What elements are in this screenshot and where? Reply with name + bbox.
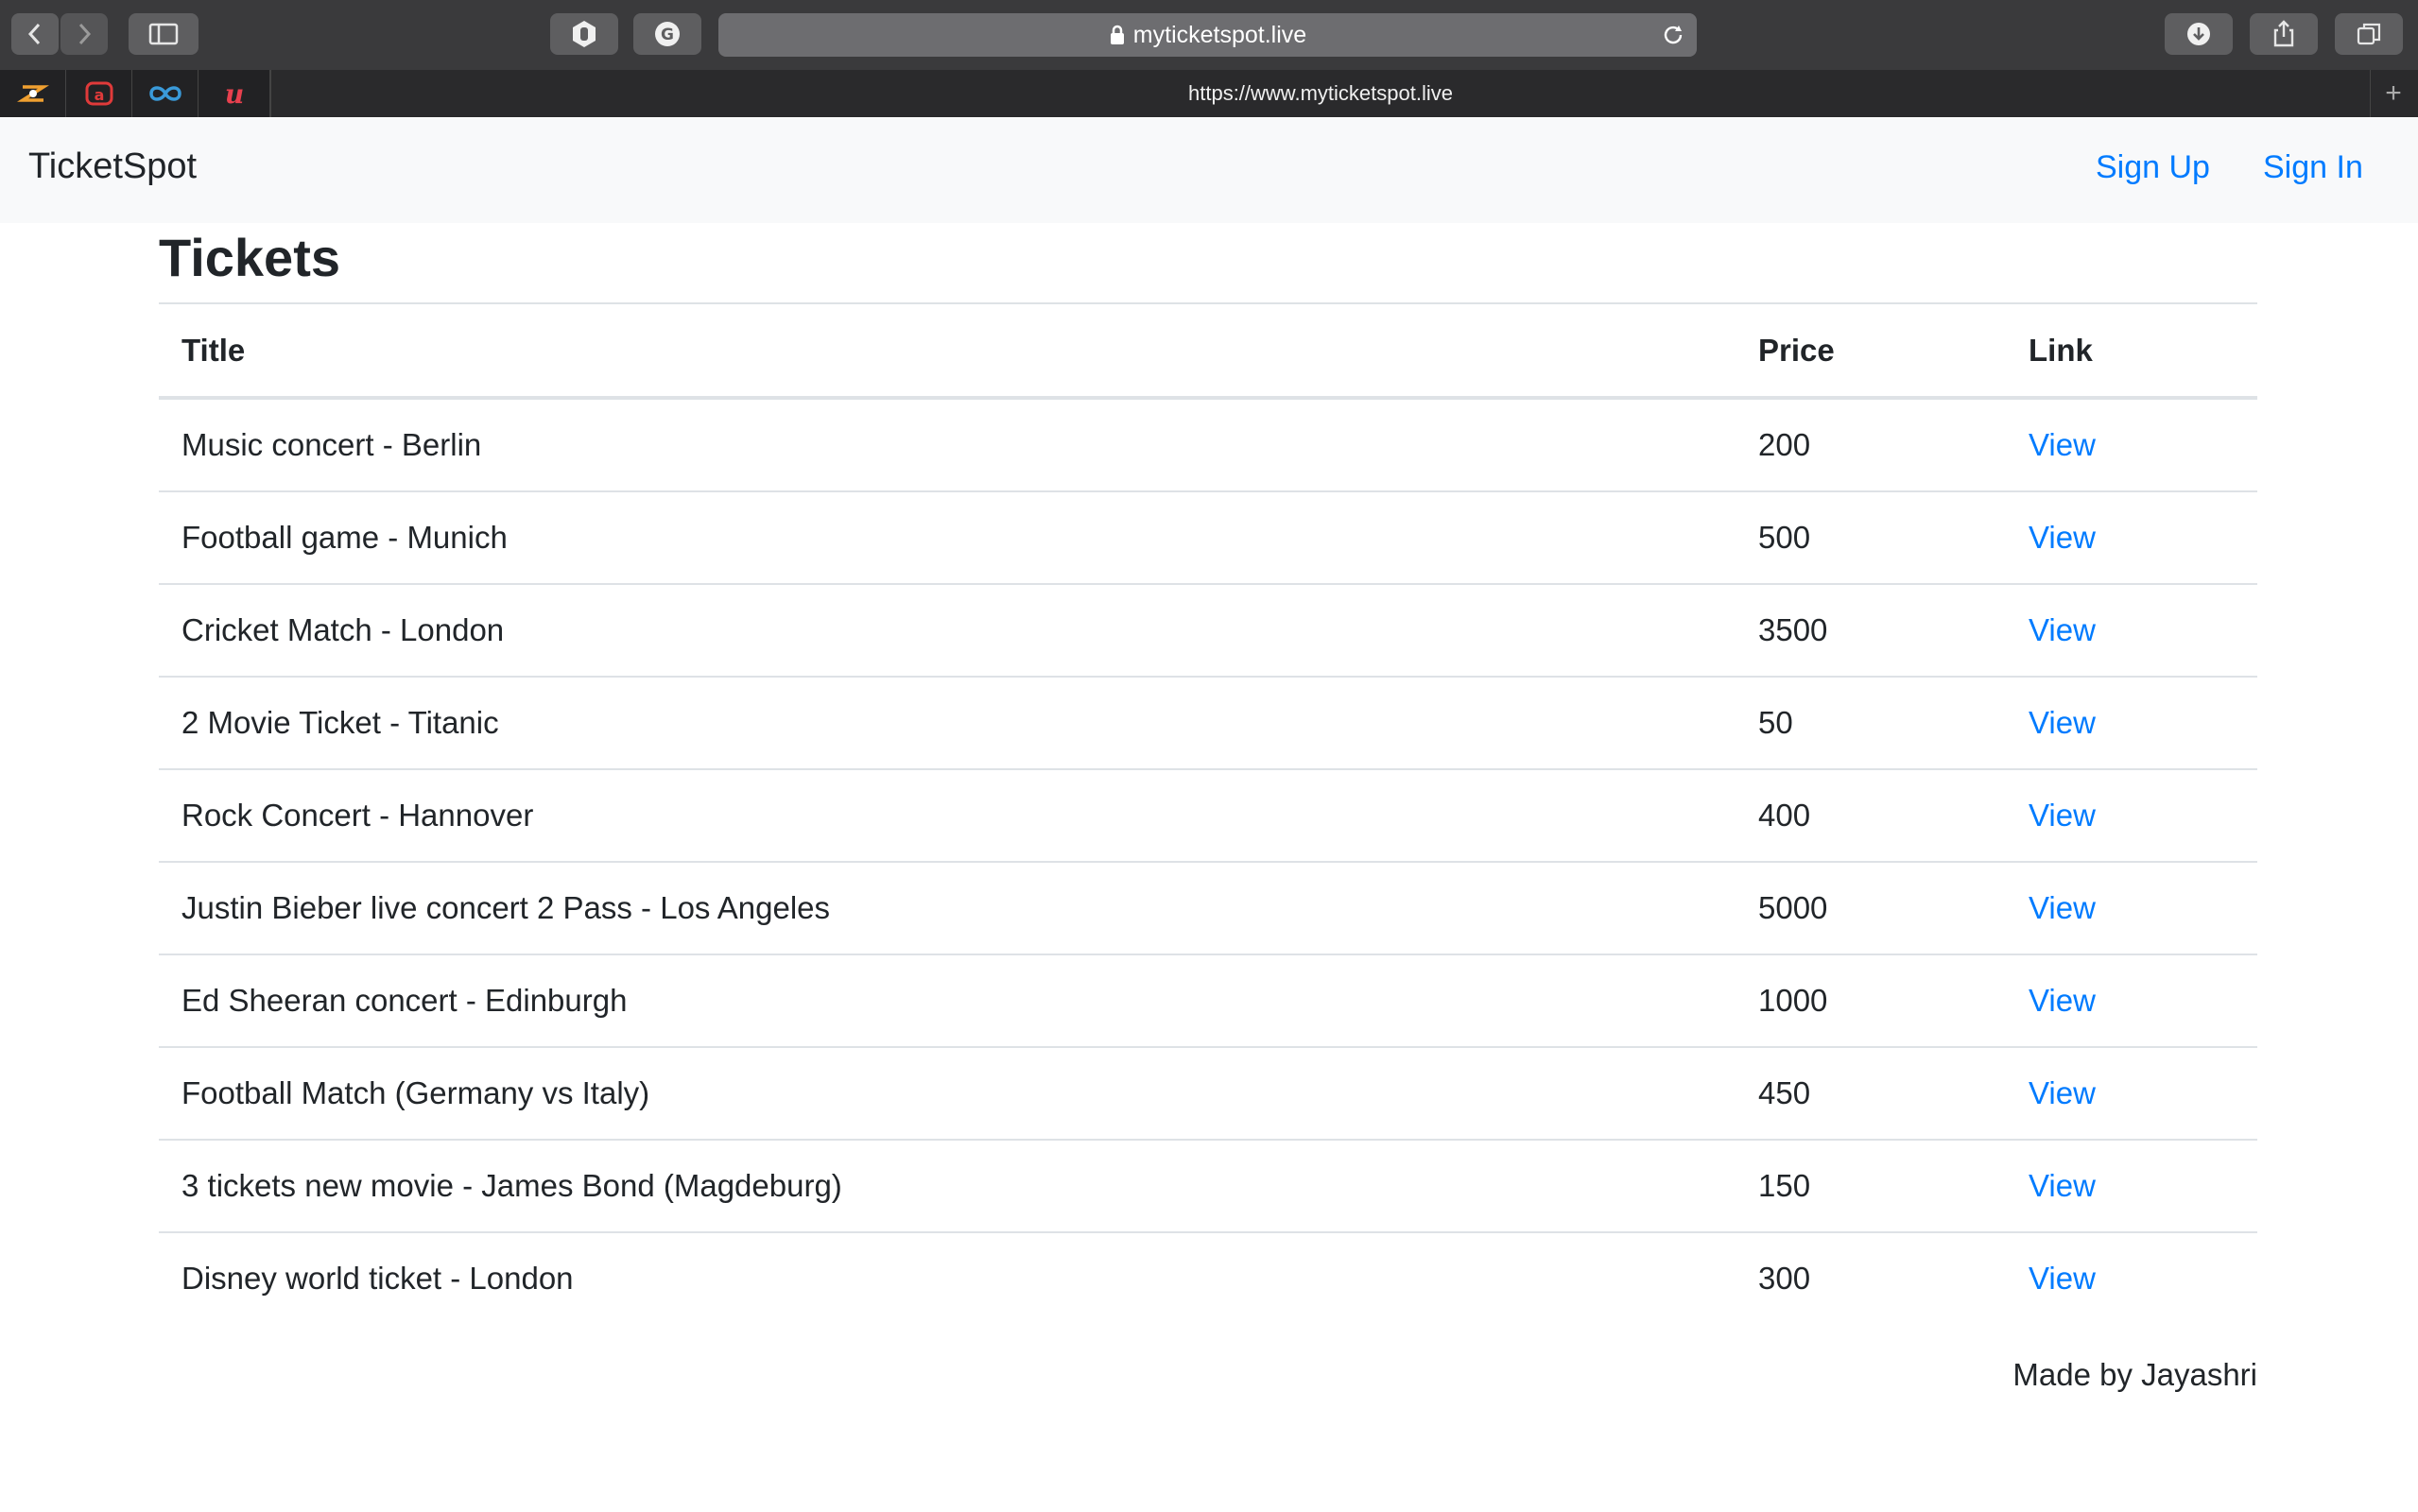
table-row: Disney world ticket - London 300 View — [159, 1231, 2257, 1324]
ticket-price: 50 — [1736, 676, 2006, 769]
ticket-price: 1000 — [1736, 954, 2006, 1047]
pinned-tab-4[interactable]: u — [199, 70, 270, 117]
infinity-icon — [148, 86, 181, 101]
view-link[interactable]: View — [2029, 798, 2096, 833]
svg-text:u: u — [224, 78, 243, 110]
sidebar-toggle-button[interactable] — [129, 13, 199, 55]
svg-text:a: a — [94, 86, 104, 104]
ticket-title: Football Match (Germany vs Italy) — [159, 1046, 1736, 1140]
lock-icon — [1110, 25, 1124, 44]
view-link[interactable]: View — [2029, 705, 2096, 740]
extension-button-1[interactable] — [550, 13, 618, 55]
ticket-title: Ed Sheeran concert - Edinburgh — [159, 954, 1736, 1047]
chevron-right-icon — [78, 23, 92, 45]
ticket-title: Music concert - Berlin — [159, 397, 1736, 491]
svg-text:G: G — [661, 26, 674, 44]
tab-title-text: https://www.myticketspot.live — [1188, 81, 1453, 105]
table-header-row: Title Price Link — [159, 302, 2257, 400]
pinned-site-icon — [16, 85, 49, 102]
share-icon — [2273, 20, 2294, 47]
udemy-icon: u — [224, 78, 243, 110]
extension-button-2[interactable]: G — [633, 13, 701, 55]
pinned-site-icon: a — [85, 81, 112, 106]
downloads-button[interactable] — [2165, 13, 2233, 55]
active-tab[interactable]: https://www.myticketspot.live — [270, 70, 2371, 117]
ticket-price: 200 — [1736, 397, 2006, 491]
page-title: Tickets — [159, 228, 340, 287]
ticket-price: 300 — [1736, 1231, 2006, 1324]
ticket-price: 450 — [1736, 1046, 2006, 1140]
site-navbar: TicketSpot Sign Up Sign In — [0, 118, 2418, 223]
ticket-title: Rock Concert - Hannover — [159, 768, 1736, 862]
pinned-tab-3[interactable] — [132, 70, 199, 117]
table-row: 2 Movie Ticket - Titanic 50 View — [159, 676, 2257, 769]
table-row: Ed Sheeran concert - Edinburgh 1000 View — [159, 954, 2257, 1047]
ticket-price: 150 — [1736, 1139, 2006, 1232]
view-link[interactable]: View — [2029, 1261, 2096, 1296]
pinned-tab-2[interactable]: a — [66, 70, 132, 117]
reload-icon[interactable] — [1661, 23, 1685, 47]
view-link[interactable]: View — [2029, 1075, 2096, 1110]
table-row: Football Match (Germany vs Italy) 450 Vi… — [159, 1046, 2257, 1140]
ticket-price: 5000 — [1736, 861, 2006, 954]
ticket-title: Football game - Munich — [159, 490, 1736, 584]
table-row: Football game - Munich 500 View — [159, 490, 2257, 584]
back-button[interactable] — [11, 13, 59, 55]
tickets-table: Title Price Link Music concert - Berlin … — [159, 302, 2257, 1324]
ticket-title: Cricket Match - London — [159, 583, 1736, 677]
ticket-title: Disney world ticket - London — [159, 1231, 1736, 1324]
header-link: Link — [2006, 302, 2257, 400]
header-title: Title — [159, 302, 1736, 400]
brand-link[interactable]: TicketSpot — [28, 146, 197, 187]
view-link[interactable]: View — [2029, 427, 2096, 462]
browser-toolbar: G myticketspot.live — [0, 0, 2418, 71]
sidebar-icon — [148, 23, 179, 45]
view-link[interactable]: View — [2029, 983, 2096, 1018]
share-button[interactable] — [2250, 13, 2318, 55]
table-row: Justin Bieber live concert 2 Pass - Los … — [159, 861, 2257, 954]
chevron-left-icon — [27, 23, 41, 45]
table-row: Cricket Match - London 3500 View — [159, 583, 2257, 677]
hand-stop-icon — [573, 21, 596, 47]
header-price: Price — [1736, 302, 2006, 400]
address-bar[interactable]: myticketspot.live — [718, 13, 1697, 57]
ticket-price: 3500 — [1736, 583, 2006, 677]
ticket-price: 500 — [1736, 490, 2006, 584]
table-row: Rock Concert - Hannover 400 View — [159, 768, 2257, 862]
download-icon — [2187, 23, 2210, 45]
new-tab-button[interactable]: + — [2369, 70, 2418, 117]
table-row: 3 tickets new movie - James Bond (Magdeb… — [159, 1139, 2257, 1232]
table-row: Music concert - Berlin 200 View — [159, 397, 2257, 491]
ticket-price: 400 — [1736, 768, 2006, 862]
ticket-title: Justin Bieber live concert 2 Pass - Los … — [159, 861, 1736, 954]
ticket-title: 3 tickets new movie - James Bond (Magdeb… — [159, 1139, 1736, 1232]
footer-credit: Made by Jayashri — [2012, 1357, 2257, 1392]
view-link[interactable]: View — [2029, 890, 2096, 925]
pinned-tab-1[interactable] — [0, 70, 66, 117]
url-text: myticketspot.live — [1132, 21, 1307, 48]
view-link[interactable]: View — [2029, 520, 2096, 555]
tabs-overview-button[interactable] — [2335, 13, 2403, 55]
grammarly-icon: G — [655, 22, 680, 46]
ticket-title: 2 Movie Ticket - Titanic — [159, 676, 1736, 769]
sign-up-link[interactable]: Sign Up — [2096, 149, 2210, 186]
forward-button[interactable] — [60, 13, 108, 55]
view-link[interactable]: View — [2029, 612, 2096, 647]
plus-icon: + — [2385, 77, 2402, 109]
tabs-icon — [2357, 23, 2381, 45]
sign-in-link[interactable]: Sign In — [2263, 149, 2363, 186]
view-link[interactable]: View — [2029, 1168, 2096, 1203]
